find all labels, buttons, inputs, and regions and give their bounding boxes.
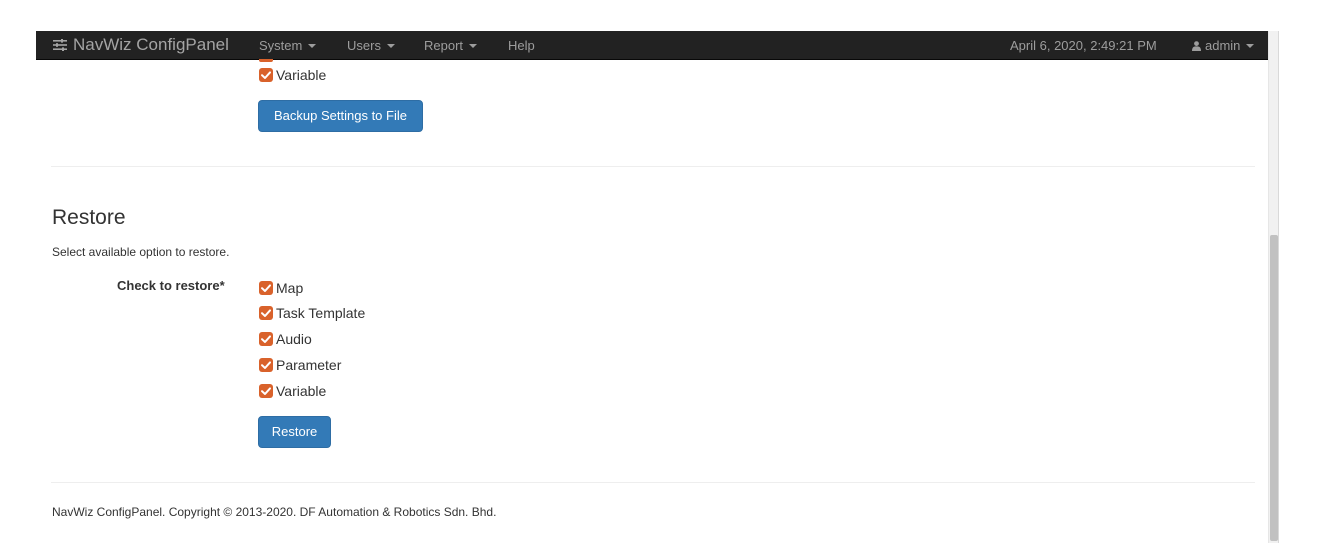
nav-report-menu[interactable]: Report bbox=[424, 38, 478, 53]
check-to-restore-label: Check to restore* bbox=[117, 278, 225, 293]
restore-button[interactable]: Restore bbox=[258, 416, 331, 448]
checkbox-checked-icon[interactable] bbox=[259, 384, 273, 398]
restore-option-variable[interactable]: Variable bbox=[259, 383, 326, 399]
nav-users-label: Users bbox=[347, 38, 381, 53]
restore-option-audio[interactable]: Audio bbox=[259, 331, 312, 347]
caret-down-icon bbox=[308, 43, 317, 48]
page-scrollbar[interactable] bbox=[1268, 31, 1279, 543]
nav-system-label: System bbox=[259, 38, 303, 53]
restore-heading: Restore bbox=[52, 206, 126, 229]
restore-option-map[interactable]: Map bbox=[259, 280, 303, 296]
nav-users-menu[interactable]: Users bbox=[347, 38, 395, 53]
caret-down-icon bbox=[469, 43, 478, 48]
footer-divider bbox=[51, 482, 1255, 483]
restore-description: Select available option to restore. bbox=[52, 245, 230, 259]
brand-label: NavWiz ConfigPanel bbox=[73, 35, 229, 54]
restore-option-label: Variable bbox=[276, 383, 327, 399]
checkbox-checked-icon[interactable] bbox=[259, 332, 273, 346]
caret-down-icon bbox=[386, 43, 395, 48]
restore-option-label: Task Template bbox=[276, 305, 366, 321]
sliders-icon bbox=[53, 39, 67, 51]
checkbox-checked-icon[interactable] bbox=[259, 358, 273, 372]
page: NavWiz ConfigPanel System Users Report H… bbox=[0, 0, 1320, 560]
nav-system-menu[interactable]: System bbox=[259, 38, 317, 53]
restore-option-label: Audio bbox=[276, 331, 312, 347]
checkbox-checked-icon[interactable] bbox=[259, 306, 273, 320]
restore-option-parameter[interactable]: Parameter bbox=[259, 357, 341, 373]
checkbox-checked-icon[interactable] bbox=[259, 68, 273, 82]
user-name: admin bbox=[1205, 38, 1241, 53]
backup-option-label: Variable bbox=[276, 67, 327, 83]
user-menu[interactable]: admin bbox=[1192, 38, 1255, 53]
top-navbar: NavWiz ConfigPanel System Users Report H… bbox=[36, 31, 1268, 60]
restore-option-task-template[interactable]: Task Template bbox=[259, 305, 365, 321]
restore-option-label: Parameter bbox=[276, 357, 342, 373]
footer-copyright: NavWiz ConfigPanel. Copyright © 2013-202… bbox=[52, 505, 497, 519]
nav-help-link[interactable]: Help bbox=[508, 38, 535, 53]
nav-help-label: Help bbox=[508, 38, 535, 53]
restore-option-label: Map bbox=[276, 280, 304, 296]
partial-checkbox[interactable] bbox=[259, 59, 273, 62]
checkbox-checked-icon[interactable] bbox=[259, 281, 273, 295]
brand[interactable]: NavWiz ConfigPanel bbox=[53, 35, 229, 55]
nav-report-label: Report bbox=[424, 38, 464, 53]
user-icon bbox=[1192, 40, 1201, 51]
section-divider bbox=[51, 166, 1255, 167]
current-datetime: April 6, 2020, 2:49:21 PM bbox=[1010, 38, 1157, 53]
backup-settings-button[interactable]: Backup Settings to File bbox=[258, 100, 423, 132]
caret-down-icon bbox=[1246, 43, 1255, 48]
scrollbar-thumb[interactable] bbox=[1270, 235, 1278, 541]
backup-option-variable[interactable]: Variable bbox=[259, 67, 326, 83]
